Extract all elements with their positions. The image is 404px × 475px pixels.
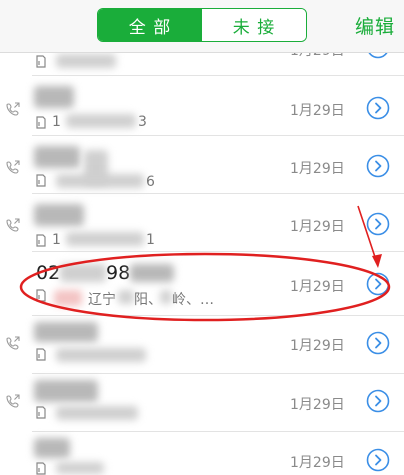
call-sub-text: 阳、 [134, 292, 162, 308]
outgoing-call-icon [6, 336, 20, 350]
call-sub-text: 1 [52, 114, 61, 130]
sim-icon [36, 233, 46, 247]
top-bar: 全 部 未 接 编辑 [0, 0, 404, 53]
call-sub [36, 462, 52, 475]
call-sub: 1 [36, 232, 61, 248]
call-sub [36, 289, 52, 302]
detail-button[interactable] [366, 154, 390, 178]
call-sub: 1 [36, 114, 61, 130]
redacted-name [34, 322, 98, 342]
redacted-name [34, 380, 98, 402]
call-date: 1月29日 [290, 219, 345, 235]
list-item[interactable]: 1 3 1月29日 [0, 78, 404, 136]
list-item[interactable]: 1月29日 [0, 316, 404, 374]
call-log-screen: 1月29日 1 3 1月29日 [0, 0, 404, 475]
call-name-part: 98 [106, 262, 131, 284]
redacted-number [66, 114, 136, 128]
sim-icon [36, 348, 46, 361]
redacted-name [34, 86, 74, 108]
redacted-name [130, 264, 174, 282]
call-date: 1月29日 [290, 455, 345, 471]
call-date: 1月29日 [290, 161, 345, 177]
redacted-name [34, 204, 84, 226]
call-date: 1月29日 [290, 397, 345, 413]
list-item[interactable]: 1月29日 [0, 374, 404, 432]
detail-button[interactable] [366, 272, 390, 296]
call-sub [36, 406, 52, 419]
redacted-block [56, 54, 116, 68]
call-sub-text: 岭、… [172, 292, 214, 308]
call-sub-tail: 6 [146, 174, 155, 190]
redacted-number [56, 406, 138, 420]
redacted-number [56, 348, 146, 362]
call-list[interactable]: 1月29日 1 3 1月29日 [0, 0, 404, 475]
list-item[interactable]: 1月29日 [0, 432, 404, 475]
redacted-name [34, 438, 70, 458]
list-item[interactable]: 1 1 1月29日 [0, 194, 404, 252]
sim-icon [36, 55, 46, 68]
divider [32, 75, 404, 76]
detail-button[interactable] [366, 448, 390, 472]
redacted-number [56, 174, 144, 188]
outgoing-call-icon [6, 160, 20, 174]
redacted-name [34, 146, 80, 168]
list-item[interactable]: 6 1月29日 [0, 136, 404, 194]
call-sub-text: 1 [52, 232, 61, 248]
detail-button[interactable] [366, 212, 390, 236]
call-sub [36, 348, 52, 361]
sim-icon [36, 115, 46, 129]
call-sub-text: 辽宁 [88, 292, 116, 308]
outgoing-call-icon [6, 394, 20, 408]
sim-icon [36, 174, 46, 187]
tab-missed[interactable]: 未 接 [202, 9, 306, 41]
detail-button[interactable] [366, 96, 390, 120]
sim-icon [36, 462, 46, 475]
call-date: 1月29日 [290, 279, 345, 295]
call-sub [36, 174, 52, 187]
call-sub [36, 55, 52, 68]
filter-segmented-control: 全 部 未 接 [97, 8, 307, 42]
redacted-number [56, 462, 104, 474]
call-date: 1月29日 [290, 103, 345, 119]
detail-button[interactable] [366, 331, 390, 355]
redacted-block [118, 290, 134, 304]
detail-button[interactable] [366, 389, 390, 413]
redacted-name [60, 264, 106, 282]
edit-button[interactable]: 编辑 [355, 12, 395, 39]
call-name-part: 02 [36, 262, 61, 284]
tab-all[interactable]: 全 部 [98, 9, 202, 41]
redacted-number [66, 232, 144, 246]
outgoing-call-icon [6, 218, 20, 232]
sim-icon [36, 406, 46, 419]
call-date: 1月29日 [290, 338, 345, 354]
call-sub-tail: 3 [138, 114, 147, 130]
redacted-block [54, 290, 82, 306]
list-item[interactable]: 02 98 辽宁 阳、 岭、… 1月29日 [0, 252, 404, 316]
redacted-block [160, 290, 172, 304]
sim-icon [36, 289, 46, 302]
call-sub-tail: 1 [146, 232, 155, 248]
outgoing-call-icon [6, 102, 20, 116]
